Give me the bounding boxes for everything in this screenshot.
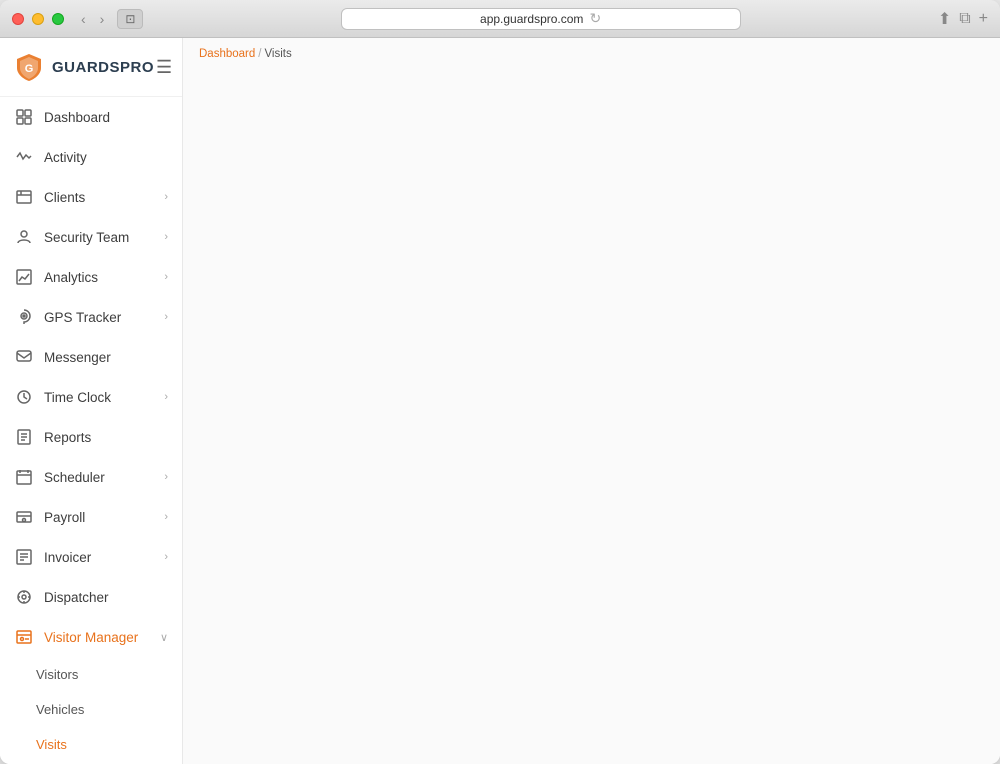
reports-icon (14, 427, 34, 447)
sidebar-item-activity[interactable]: Activity (0, 137, 182, 177)
back-button[interactable]: ‹ (76, 9, 91, 29)
sidebar-item-reports[interactable]: Reports (0, 417, 182, 457)
clients-chevron: › (164, 191, 168, 203)
breadcrumb-separator: / (258, 48, 261, 60)
sidebar-label-visits: Visits (36, 737, 67, 752)
scheduler-icon (14, 467, 34, 487)
analytics-chevron: › (164, 271, 168, 283)
sidebar-item-visits[interactable]: Visits (0, 727, 182, 762)
close-button[interactable] (12, 13, 24, 25)
payroll-icon (14, 507, 34, 527)
address-bar-wrap: app.guardspro.com ↻ (151, 8, 929, 30)
maximize-button[interactable] (52, 13, 64, 25)
sidebar-item-vehicles[interactable]: Vehicles (0, 692, 182, 727)
address-bar[interactable]: app.guardspro.com ↻ (341, 8, 741, 30)
breadcrumb-current: Visits (264, 48, 291, 60)
scheduler-chevron: › (164, 471, 168, 483)
sidebar-header: G GUARDSPRO ☰ (0, 38, 182, 97)
logo-icon: G (14, 52, 44, 82)
main-content: Dashboard/Visits (183, 38, 1000, 764)
sidebar-label-payroll: Payroll (44, 510, 85, 525)
sidebar-label-time-clock: Time Clock (44, 390, 111, 405)
clients-icon (14, 187, 34, 207)
copy-icon[interactable]: ⧉ (959, 10, 970, 28)
security-team-chevron: › (164, 231, 168, 243)
sidebar-item-dashboard[interactable]: Dashboard (0, 97, 182, 137)
sidebar-item-scheduler[interactable]: Scheduler › (0, 457, 182, 497)
security-team-icon (14, 227, 34, 247)
forward-button[interactable]: › (95, 9, 110, 29)
logo-text: GUARDSPRO (52, 59, 154, 76)
breadcrumb-parent[interactable]: Dashboard (199, 48, 255, 60)
url-text: app.guardspro.com (480, 12, 583, 26)
nav-buttons: ‹ › (76, 9, 109, 29)
visitor-manager-icon (14, 627, 34, 647)
sidebar-label-scheduler: Scheduler (44, 470, 105, 485)
reload-icon[interactable]: ↻ (589, 10, 601, 27)
svg-text:G: G (25, 63, 34, 75)
messenger-icon (14, 347, 34, 367)
time-clock-chevron: › (164, 391, 168, 403)
sidebar-label-reports: Reports (44, 430, 91, 445)
sidebar-label-analytics: Analytics (44, 270, 98, 285)
sidebar-label-messenger: Messenger (44, 350, 111, 365)
breadcrumb: Dashboard/Visits (183, 38, 1000, 70)
activity-icon (14, 147, 34, 167)
dashboard-icon (14, 107, 34, 127)
sidebar-item-dispatcher[interactable]: Dispatcher (0, 577, 182, 617)
sidebar-label-vehicles: Vehicles (36, 702, 84, 717)
logo: G GUARDSPRO (14, 52, 154, 82)
sidebar-item-gps-tracker[interactable]: GPS Tracker › (0, 297, 182, 337)
sidebar-item-messenger[interactable]: Messenger (0, 337, 182, 377)
time-clock-icon (14, 387, 34, 407)
tab-button[interactable]: ⊡ (117, 9, 143, 29)
invoicer-chevron: › (164, 551, 168, 563)
sidebar-item-clients[interactable]: Clients › (0, 177, 182, 217)
sidebar-item-invoicer[interactable]: Invoicer › (0, 537, 182, 577)
sidebar-label-dashboard: Dashboard (44, 110, 110, 125)
gps-chevron: › (164, 311, 168, 323)
sidebar-label-visitors: Visitors (36, 667, 78, 682)
sidebar-label-gps-tracker: GPS Tracker (44, 310, 121, 325)
sidebar-label-visitor-manager: Visitor Manager (44, 630, 138, 645)
analytics-icon (14, 267, 34, 287)
nav-list: Dashboard Activity Clients › (0, 97, 182, 764)
titlebar: ‹ › ⊡ app.guardspro.com ↻ ⬆ ⧉ + (0, 0, 1000, 38)
share-icon[interactable]: ⬆ (938, 9, 951, 29)
sidebar-label-invoicer: Invoicer (44, 550, 91, 565)
invoicer-icon (14, 547, 34, 567)
app-content: G GUARDSPRO ☰ Dashboard (0, 38, 1000, 764)
sidebar-label-activity: Activity (44, 150, 87, 165)
sidebar-label-dispatcher: Dispatcher (44, 590, 109, 605)
window: ‹ › ⊡ app.guardspro.com ↻ ⬆ ⧉ + (0, 0, 1000, 764)
sidebar-label-clients: Clients (44, 190, 85, 205)
gps-icon (14, 307, 34, 327)
sidebar-item-security-team[interactable]: Security Team › (0, 217, 182, 257)
sidebar-item-visitors[interactable]: Visitors (0, 657, 182, 692)
visitor-manager-chevron: ∨ (160, 631, 168, 644)
sidebar: G GUARDSPRO ☰ Dashboard (0, 38, 183, 764)
sidebar-item-payroll[interactable]: Payroll › (0, 497, 182, 537)
plus-icon[interactable]: + (979, 10, 988, 28)
sidebar-item-analytics[interactable]: Analytics › (0, 257, 182, 297)
toolbar-icons: ⬆ ⧉ + (938, 9, 988, 29)
sidebar-item-time-clock[interactable]: Time Clock › (0, 377, 182, 417)
sidebar-label-security-team: Security Team (44, 230, 129, 245)
payroll-chevron: › (164, 511, 168, 523)
dispatcher-icon (14, 587, 34, 607)
sidebar-item-visitor-manager[interactable]: Visitor Manager ∨ (0, 617, 182, 657)
minimize-button[interactable] (32, 13, 44, 25)
hamburger-button[interactable]: ☰ (154, 55, 174, 80)
